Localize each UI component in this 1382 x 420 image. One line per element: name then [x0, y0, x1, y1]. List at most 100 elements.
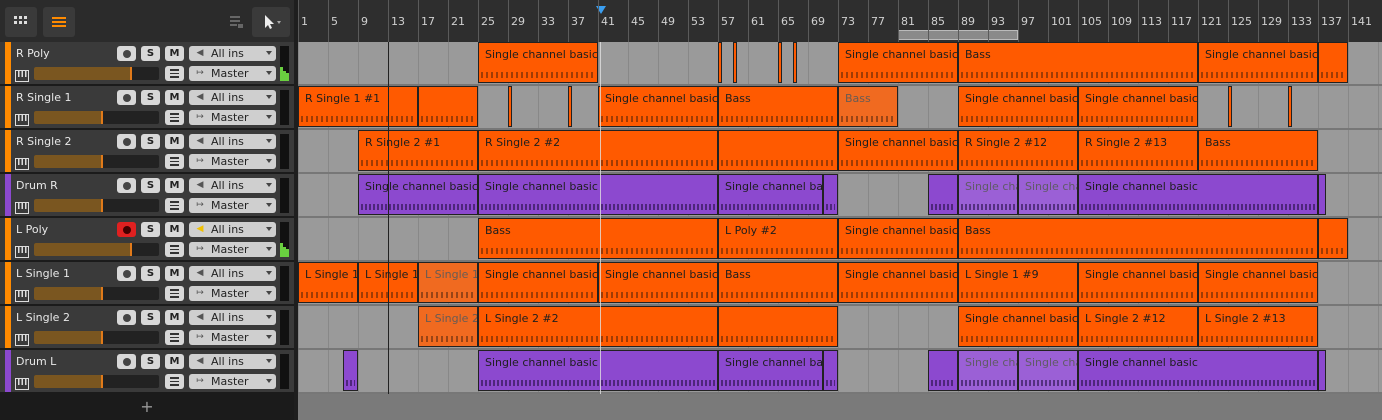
record-arm-button[interactable]: [117, 266, 136, 281]
track-menu-button[interactable]: [165, 198, 184, 213]
edit-tool-button[interactable]: [226, 7, 248, 37]
track-lane[interactable]: Single channel basic Single channel basic…: [298, 42, 1382, 86]
clip[interactable]: [718, 130, 838, 171]
track-name[interactable]: R Single 1: [16, 91, 71, 104]
input-select[interactable]: ◀ All ins: [189, 178, 276, 193]
solo-button[interactable]: S: [141, 266, 160, 281]
track-name[interactable]: L Single 2: [16, 311, 70, 324]
output-select[interactable]: ↦ Master: [189, 242, 276, 257]
track-lane[interactable]: Bass L Poly #2 Single channel basic Bass: [298, 218, 1382, 262]
arranger-timeline[interactable]: Single channel basic Single channel basic…: [298, 42, 1382, 394]
clip[interactable]: L Single 2: [418, 306, 478, 347]
volume-fader[interactable]: [34, 287, 159, 300]
clip[interactable]: Single channel basic: [838, 218, 958, 259]
clip[interactable]: R Single 2 #12: [958, 130, 1078, 171]
clip[interactable]: Single channel basic: [1078, 174, 1318, 215]
clip[interactable]: [1318, 350, 1326, 391]
clip[interactable]: Single channel basic: [838, 262, 958, 303]
clip[interactable]: Single channel basic: [838, 42, 958, 83]
volume-fader-handle[interactable]: [129, 67, 132, 80]
clip[interactable]: R Single 2 #2: [478, 130, 718, 171]
clip[interactable]: Single channel basic: [478, 262, 598, 303]
volume-fader-handle[interactable]: [100, 199, 103, 212]
record-arm-button[interactable]: [117, 222, 136, 237]
clip[interactable]: Single channel basic: [1198, 262, 1318, 303]
monitor-speaker-icon[interactable]: ◀: [193, 180, 207, 191]
clip[interactable]: Single channel basic: [478, 350, 718, 391]
clip[interactable]: L Single 1 #9: [958, 262, 1078, 303]
monitor-speaker-icon[interactable]: ◀: [193, 268, 207, 279]
track-lane[interactable]: R Single 2 #1 R Single 2 #2 Single channel…: [298, 130, 1382, 174]
track-name[interactable]: Drum L: [16, 355, 56, 368]
monitor-speaker-icon[interactable]: ◀: [193, 48, 207, 59]
track-header[interactable]: Drum R S M ◀ All ins ↦ Master: [0, 174, 294, 218]
clip[interactable]: [928, 174, 958, 215]
clip[interactable]: Single channel basic: [1018, 174, 1078, 215]
clip[interactable]: Single channel basic: [598, 86, 718, 127]
mute-button[interactable]: M: [165, 266, 184, 281]
solo-button[interactable]: S: [141, 354, 160, 369]
track-menu-button[interactable]: [165, 242, 184, 257]
input-select[interactable]: ◀ All ins: [189, 354, 276, 369]
solo-button[interactable]: S: [141, 134, 160, 149]
clip[interactable]: L Single 2 #12: [1078, 306, 1198, 347]
clip[interactable]: Single channel basic: [838, 130, 958, 171]
monitor-speaker-icon[interactable]: ◀: [193, 136, 207, 147]
clip[interactable]: Single channel basic: [958, 174, 1018, 215]
clip[interactable]: R Single 2 #1: [358, 130, 478, 171]
volume-fader[interactable]: [34, 199, 159, 212]
record-arm-button[interactable]: [117, 46, 136, 61]
clip[interactable]: Single channel basic: [478, 42, 598, 83]
track-lane[interactable]: L Single 2 L Single 2 #2 Single channel ba…: [298, 306, 1382, 350]
clip[interactable]: Single channel basic: [598, 262, 718, 303]
input-select[interactable]: ◀ All ins: [189, 134, 276, 149]
clip[interactable]: L Single 1: [298, 262, 358, 303]
clip[interactable]: [1228, 86, 1232, 127]
track-menu-button[interactable]: [165, 66, 184, 81]
output-select[interactable]: ↦ Master: [189, 374, 276, 389]
clip[interactable]: Bass: [718, 262, 838, 303]
clip[interactable]: Single channel basic: [718, 174, 823, 215]
clip[interactable]: [508, 86, 512, 127]
record-arm-button[interactable]: [117, 310, 136, 325]
clip[interactable]: Single channel basic: [358, 174, 478, 215]
volume-fader[interactable]: [34, 375, 159, 388]
clip[interactable]: Bass: [838, 86, 898, 127]
track-name[interactable]: L Single 1: [16, 267, 70, 280]
input-select[interactable]: ◀ All ins: [189, 222, 276, 237]
volume-fader-handle[interactable]: [129, 243, 132, 256]
monitor-speaker-icon[interactable]: ◀: [193, 312, 207, 323]
clip[interactable]: [928, 350, 958, 391]
mute-button[interactable]: M: [165, 46, 184, 61]
output-select[interactable]: ↦ Master: [189, 198, 276, 213]
solo-button[interactable]: S: [141, 90, 160, 105]
solo-button[interactable]: S: [141, 310, 160, 325]
track-name[interactable]: R Poly: [16, 47, 50, 60]
solo-button[interactable]: S: [141, 178, 160, 193]
track-menu-button[interactable]: [165, 154, 184, 169]
volume-fader[interactable]: [34, 111, 159, 124]
track-name[interactable]: L Poly: [16, 223, 48, 236]
track-header[interactable]: L Poly S M ◀ All ins ↦ Master: [0, 218, 294, 262]
clip[interactable]: L Single 1: [418, 262, 478, 303]
clip[interactable]: [718, 42, 722, 83]
clip[interactable]: [418, 86, 478, 127]
clip[interactable]: [1318, 42, 1348, 83]
clip[interactable]: Single channel basic: [1078, 262, 1198, 303]
clip[interactable]: Single channel basic: [478, 174, 718, 215]
solo-button[interactable]: S: [141, 222, 160, 237]
track-name[interactable]: Drum R: [16, 179, 58, 192]
clip[interactable]: Single channel basic: [1078, 350, 1318, 391]
track-lane[interactable]: Single channel basic Single channel basic…: [298, 174, 1382, 218]
clip[interactable]: R Single 1 #1: [298, 86, 418, 127]
volume-fader-handle[interactable]: [100, 155, 103, 168]
record-arm-button[interactable]: [117, 354, 136, 369]
clip[interactable]: Bass: [958, 42, 1198, 83]
grid-view-button[interactable]: [5, 7, 37, 37]
volume-fader[interactable]: [34, 67, 159, 80]
monitor-speaker-icon[interactable]: ◀: [193, 356, 207, 367]
clip[interactable]: [718, 306, 838, 347]
track-header[interactable]: L Single 1 S M ◀ All ins ↦ Master: [0, 262, 294, 306]
add-track-button[interactable]: +: [0, 394, 294, 420]
clip[interactable]: [733, 42, 737, 83]
